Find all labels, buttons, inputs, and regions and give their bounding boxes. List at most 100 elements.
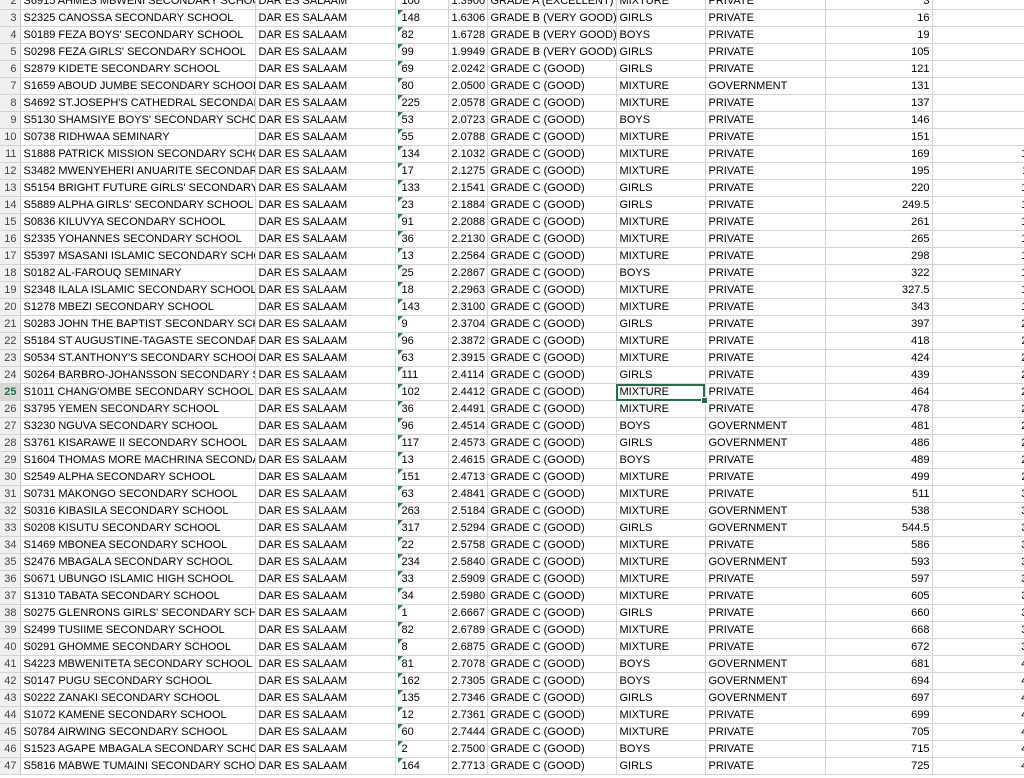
ownership-cell[interactable]: PRIVATE [705,264,826,282]
ownership-cell[interactable]: GOVERNMENT [705,672,826,690]
rank-cell[interactable]: 30 [932,485,1024,503]
school-name-cell[interactable]: S1469 MBONEA SECONDARY SCHOOL [20,536,256,554]
school-name-cell[interactable]: S1523 AGAPE MBAGALA SECONDARY SCHOOL [20,740,256,758]
row-header[interactable]: 17 [0,247,21,265]
national-position-cell[interactable]: 439 [825,366,933,384]
school-name-cell[interactable]: S1604 THOMAS MORE MACHRINA SECONDARY SCH… [20,451,256,469]
grade-cell[interactable]: GRADE C (GOOD) [487,485,617,503]
rank-cell[interactable]: 15 [932,230,1024,248]
gpa-cell[interactable]: 2.6667 [448,604,488,622]
row-header[interactable]: 25 [0,383,21,401]
school-type-cell[interactable]: BOYS [616,655,706,673]
candidates-cell[interactable]: 63 [395,485,449,503]
grade-cell[interactable]: GRADE C (GOOD) [487,247,617,265]
candidates-cell[interactable]: 135 [395,689,449,707]
grade-cell[interactable]: GRADE C (GOOD) [487,179,617,197]
rank-cell[interactable]: 13 [932,196,1024,214]
national-position-cell[interactable]: 261 [825,213,933,231]
school-type-cell[interactable]: MIXTURE [616,723,706,741]
national-position-cell[interactable]: 195 [825,162,933,180]
grade-cell[interactable]: GRADE C (GOOD) [487,468,617,486]
region-cell[interactable]: DAR ES SALAAM [255,689,396,707]
school-name-cell[interactable]: S1659 ABOUD JUMBE SECONDARY SCHOOL [20,77,256,95]
region-cell[interactable]: DAR ES SALAAM [255,145,396,163]
grade-cell[interactable]: GRADE C (GOOD) [487,672,617,690]
gpa-cell[interactable]: 2.4573 [448,434,488,452]
school-name-cell[interactable]: S5184 ST AUGUSTINE-TAGASTE SECONDARY SCH… [20,332,256,350]
school-type-cell[interactable]: MIXTURE [616,0,706,10]
school-name-cell[interactable]: S5889 ALPHA GIRLS' SECONDARY SCHOOL [20,196,256,214]
candidates-cell[interactable]: 63 [395,349,449,367]
ownership-cell[interactable]: PRIVATE [705,111,826,129]
row-header[interactable]: 19 [0,281,21,299]
school-type-cell[interactable]: MIXTURE [616,162,706,180]
rank-cell[interactable]: 45 [932,740,1024,758]
grade-cell[interactable]: GRADE C (GOOD) [487,502,617,520]
row-header[interactable]: 8 [0,94,21,112]
school-name-cell[interactable]: S0275 GLENRONS GIRLS' SECONDARY SCHOOL [20,604,256,622]
ownership-cell[interactable]: PRIVATE [705,128,826,146]
national-position-cell[interactable]: 593 [825,553,933,571]
ownership-cell[interactable]: GOVERNMENT [705,553,826,571]
candidates-cell[interactable]: 117 [395,434,449,452]
ownership-cell[interactable]: PRIVATE [705,145,826,163]
grade-cell[interactable]: GRADE C (GOOD) [487,315,617,333]
candidates-cell[interactable]: 9 [395,315,449,333]
rank-cell[interactable]: 11 [932,162,1024,180]
row-header[interactable]: 24 [0,366,21,384]
rank-cell[interactable]: 18 [932,281,1024,299]
grade-cell[interactable]: GRADE C (GOOD) [487,77,617,95]
school-type-cell[interactable]: GIRLS [616,196,706,214]
national-position-cell[interactable]: 249.5 [825,196,933,214]
row-header[interactable]: 30 [0,468,21,486]
row-header[interactable]: 44 [0,706,21,724]
rank-cell[interactable]: 17 [932,264,1024,282]
candidates-cell[interactable]: 2 [395,740,449,758]
candidates-cell[interactable]: 111 [395,366,449,384]
gpa-cell[interactable]: 2.3704 [448,315,488,333]
row-header[interactable]: 21 [0,315,21,333]
ownership-cell[interactable]: PRIVATE [705,757,826,775]
school-type-cell[interactable]: MIXTURE [616,502,706,520]
national-position-cell[interactable]: 538 [825,502,933,520]
rank-cell[interactable]: 7 [932,94,1024,112]
gpa-cell[interactable]: 2.7500 [448,740,488,758]
national-position-cell[interactable]: 151 [825,128,933,146]
national-position-cell[interactable]: 660 [825,604,933,622]
grade-cell[interactable]: GRADE C (GOOD) [487,162,617,180]
region-cell[interactable]: DAR ES SALAAM [255,740,396,758]
grade-cell[interactable]: GRADE C (GOOD) [487,264,617,282]
ownership-cell[interactable]: PRIVATE [705,179,826,197]
gpa-cell[interactable]: 2.5909 [448,570,488,588]
gpa-cell[interactable]: 2.3872 [448,332,488,350]
rank-cell[interactable]: 39 [932,638,1024,656]
school-name-cell[interactable]: S4223 MBWENITETA SECONDARY SCHOOL [20,655,256,673]
gpa-cell[interactable]: 2.2130 [448,230,488,248]
school-type-cell[interactable]: MIXTURE [616,145,706,163]
region-cell[interactable]: DAR ES SALAAM [255,77,396,95]
school-type-cell[interactable]: GIRLS [616,9,706,27]
row-header[interactable]: 34 [0,536,21,554]
rank-cell[interactable]: 16 [932,247,1024,265]
row-header[interactable]: 32 [0,502,21,520]
candidates-cell[interactable]: 36 [395,400,449,418]
candidates-cell[interactable]: 148 [395,9,449,27]
rank-cell[interactable]: 32 [932,519,1024,537]
row-header[interactable]: 46 [0,740,21,758]
school-name-cell[interactable]: S1310 TABATA SECONDARY SCHOOL [20,587,256,605]
national-position-cell[interactable]: 694 [825,672,933,690]
rank-cell[interactable]: 25 [932,400,1024,418]
region-cell[interactable]: DAR ES SALAAM [255,621,396,639]
school-name-cell[interactable]: S0264 BARBRO-JOHANSSON SECONDARY SCHOOL [20,366,256,384]
gpa-cell[interactable]: 2.2564 [448,247,488,265]
school-name-cell[interactable]: S5397 MSASANI ISLAMIC SECONDARY SCHOOL [20,247,256,265]
row-header[interactable]: 20 [0,298,21,316]
gpa-cell[interactable]: 2.1541 [448,179,488,197]
national-position-cell[interactable]: 499 [825,468,933,486]
grade-cell[interactable]: GRADE B (VERY GOOD) [487,26,617,44]
ownership-cell[interactable]: PRIVATE [705,43,826,61]
ownership-cell[interactable]: GOVERNMENT [705,519,826,537]
ownership-cell[interactable]: PRIVATE [705,196,826,214]
school-type-cell[interactable]: GIRLS [616,315,706,333]
row-header[interactable]: 28 [0,434,21,452]
